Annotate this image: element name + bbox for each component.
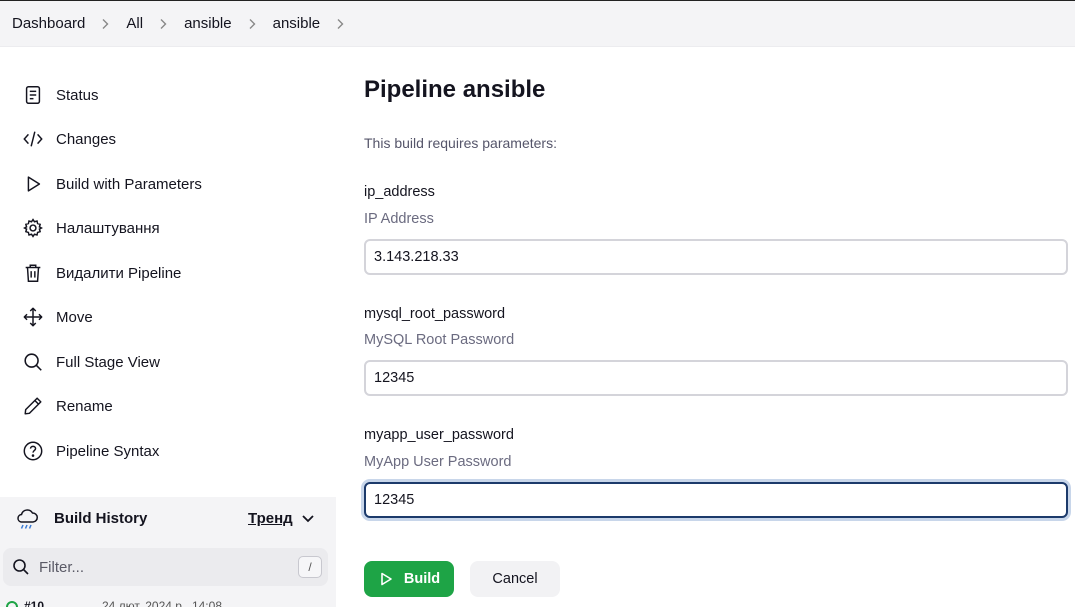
build-history-panel: Build History Тренд / #10 24 лют. 2024 р…: [0, 497, 336, 607]
play-icon: [20, 171, 46, 197]
cloud-rain-icon: [14, 507, 40, 533]
build-number[interactable]: #10: [24, 599, 44, 607]
cancel-button-label: Cancel: [492, 571, 538, 587]
main-content: Pipeline ansible This build requires par…: [364, 47, 1075, 607]
trend-link[interactable]: Тренд: [248, 510, 293, 527]
sidebar-item-changes[interactable]: Changes: [20, 122, 320, 156]
sidebar-item-status[interactable]: Status: [20, 78, 320, 112]
sidebar-item-label: Rename: [56, 397, 113, 415]
ip-address-input[interactable]: [364, 239, 1068, 275]
trash-icon: [20, 260, 46, 286]
breadcrumb-item-folder[interactable]: ansible: [184, 15, 273, 32]
param-name: mysql_root_password: [364, 306, 506, 322]
chevron-right-icon[interactable]: [246, 18, 258, 30]
breadcrumb-item-all[interactable]: All: [126, 15, 184, 32]
help-circle-icon: [20, 438, 46, 464]
breadcrumb-label[interactable]: Dashboard: [12, 15, 85, 32]
page-title: Pipeline ansible: [364, 76, 546, 103]
param-name: myapp_user_password: [364, 427, 514, 443]
chevron-right-icon[interactable]: [334, 18, 346, 30]
sidebar-item-label: Changes: [56, 130, 117, 148]
param-description: MySQL Root Password: [364, 332, 515, 348]
build-history-title: Build History: [54, 510, 148, 527]
breadcrumb-label[interactable]: All: [126, 15, 143, 32]
sidebar-item-build-with-parameters[interactable]: Build with Parameters: [20, 167, 320, 201]
pencil-icon: [20, 393, 46, 419]
param-name: ip_address: [364, 184, 435, 200]
build-button[interactable]: Build: [364, 561, 454, 597]
success-status-icon: [6, 601, 18, 607]
sidebar-item-label: Build with Parameters: [56, 175, 202, 193]
breadcrumb-label[interactable]: ansible: [273, 15, 321, 32]
search-icon: [12, 558, 30, 576]
sidebar-item-label: Pipeline Syntax: [56, 442, 160, 460]
sidebar-item-label: Status: [56, 86, 99, 104]
sidebar-item-delete-pipeline[interactable]: Видалити Pipeline: [20, 256, 320, 290]
sidebar-item-pipeline-syntax[interactable]: Pipeline Syntax: [20, 434, 320, 468]
sidebar-item-label: Full Stage View: [56, 353, 160, 371]
build-date: 24 лют. 2024 р., 14:08: [102, 599, 222, 607]
param-description: MyApp User Password: [364, 454, 512, 470]
sidebar-item-label: Видалити Pipeline: [56, 264, 182, 282]
build-history-row[interactable]: #10 24 лют. 2024 р., 14:08: [6, 597, 326, 607]
chevron-right-icon[interactable]: [157, 18, 169, 30]
code-icon: [20, 126, 46, 152]
mysql-root-password-input[interactable]: [364, 360, 1068, 396]
sidebar-item-label: Налаштування: [56, 219, 160, 237]
play-icon: [381, 572, 392, 586]
build-history-header: Build History Тренд: [0, 497, 336, 541]
sidebar-item-label: Move: [56, 308, 93, 326]
breadcrumb-item-dashboard[interactable]: Dashboard: [12, 15, 126, 32]
breadcrumb-label[interactable]: ansible: [184, 15, 232, 32]
sidebar-item-settings[interactable]: Налаштування: [20, 211, 320, 245]
status-doc-icon: [20, 82, 46, 108]
breadcrumb: Dashboard All ansible ansible: [0, 0, 1075, 47]
requires-parameters-text: This build requires parameters:: [364, 135, 557, 151]
myapp-user-password-input[interactable]: [364, 482, 1068, 518]
move-arrows-icon: [20, 304, 46, 330]
filter-input[interactable]: [39, 555, 289, 579]
sidebar-item-move[interactable]: Move: [20, 300, 320, 334]
build-filter: /: [3, 548, 328, 586]
keyboard-shortcut-hint: /: [298, 556, 322, 578]
gear-icon: [20, 215, 46, 241]
sidebar-item-rename[interactable]: Rename: [20, 389, 320, 423]
search-icon: [20, 349, 46, 375]
sidebar-item-full-stage-view[interactable]: Full Stage View: [20, 345, 320, 379]
param-description: IP Address: [364, 211, 434, 227]
chevron-right-icon[interactable]: [99, 18, 111, 30]
cancel-button[interactable]: Cancel: [470, 561, 560, 597]
build-button-label: Build: [403, 571, 441, 587]
breadcrumb-item-job[interactable]: ansible: [273, 15, 362, 32]
chevron-down-icon[interactable]: [300, 512, 316, 526]
